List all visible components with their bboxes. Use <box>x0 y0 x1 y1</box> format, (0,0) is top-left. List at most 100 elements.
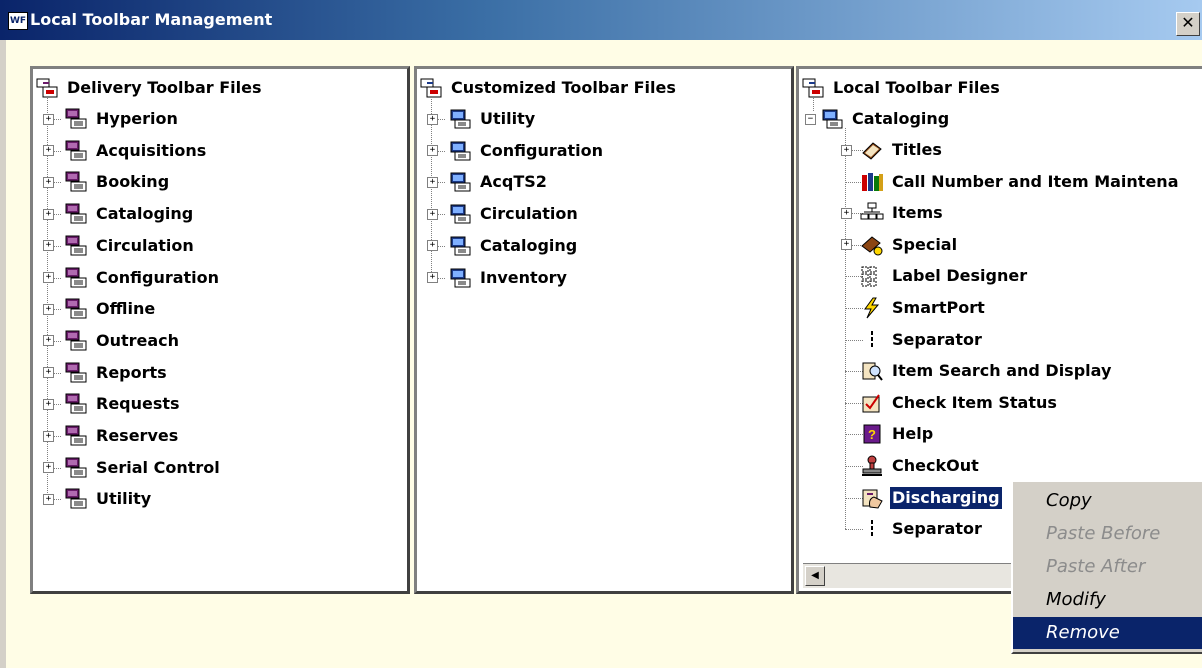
expand-toggle[interactable]: + <box>43 430 54 442</box>
app-icon: WF <box>8 12 28 30</box>
computer-toolbar-icon <box>448 267 472 289</box>
expand-toggle[interactable]: + <box>427 145 438 157</box>
tree-node-label-designer[interactable]: Label Designer <box>841 261 1029 291</box>
expand-toggle[interactable]: + <box>427 113 438 125</box>
expand-toggle[interactable]: + <box>43 398 54 410</box>
expand-toggle[interactable]: + <box>43 145 54 157</box>
tree-node-label: Configuration <box>480 140 604 160</box>
tree-node-circulation[interactable]: + Circulation <box>43 231 196 261</box>
expand-toggle[interactable]: + <box>43 113 54 125</box>
tree-node-serial-control[interactable]: + Serial Control <box>43 453 222 483</box>
tree-node-label: Separator <box>892 519 982 539</box>
expand-toggle[interactable]: + <box>43 208 54 220</box>
tree-node-check-item-status[interactable]: Check Item Status <box>841 388 1059 418</box>
tree-node-circulation[interactable]: + Circulation <box>427 199 580 229</box>
tree-node-reports[interactable]: + Reports <box>43 358 169 388</box>
tree-node-utility[interactable]: + Utility <box>427 104 537 134</box>
tree-node-requests[interactable]: + Requests <box>43 389 182 419</box>
tree-root-label: Customized Toolbar Files <box>451 78 676 97</box>
expand-toggle[interactable]: + <box>841 239 852 251</box>
horizontal-scrollbar[interactable]: ◀ <box>803 563 1013 588</box>
tree-node-titles[interactable]: + Titles <box>841 135 944 165</box>
tree-root-customized[interactable]: Customized Toolbar Files <box>419 73 678 103</box>
tree-node-label: Acquisitions <box>96 140 207 160</box>
tree-node-reserves[interactable]: + Reserves <box>43 421 180 451</box>
tree-node-label: Circulation <box>96 235 194 255</box>
tree-node-configuration[interactable]: + Configuration <box>427 136 605 166</box>
menu-item-paste-after[interactable]: Paste After <box>1013 551 1202 583</box>
tree-root-delivery[interactable]: Delivery Toolbar Files <box>35 73 264 103</box>
customized-toolbar-files-tree[interactable]: Customized Toolbar Files + Utility + Config… <box>414 66 794 594</box>
tree-node-utility[interactable]: + Utility <box>43 484 153 514</box>
expand-toggle[interactable]: + <box>43 176 54 188</box>
toolbar-file-icon <box>64 298 88 320</box>
close-button[interactable]: ✕ <box>1176 12 1200 36</box>
expand-toggle[interactable]: + <box>43 240 54 252</box>
tree-node-offline[interactable]: + Offline <box>43 294 157 324</box>
tree-node-items[interactable]: + Items <box>841 198 945 228</box>
tree-node-label: Label Designer <box>892 266 1028 286</box>
tree-node-label: Help <box>892 424 934 444</box>
tree-root-label: Delivery Toolbar Files <box>67 78 262 97</box>
expand-toggle[interactable]: + <box>43 303 54 315</box>
tree-node-cataloging[interactable]: + Cataloging <box>427 231 579 261</box>
expand-toggle[interactable]: + <box>427 208 438 220</box>
expand-toggle[interactable]: + <box>43 335 54 347</box>
computer-toolbar-icon <box>448 108 472 130</box>
computer-toolbar-icon <box>448 140 472 162</box>
tree-node-checkout[interactable]: CheckOut <box>841 451 981 481</box>
expand-toggle[interactable]: + <box>43 493 54 505</box>
tree-node-inventory[interactable]: + Inventory <box>427 263 569 293</box>
menu-item-remove[interactable]: Remove <box>1013 617 1202 649</box>
menu-item-modify[interactable]: Modify <box>1013 584 1202 616</box>
expand-toggle[interactable]: + <box>427 176 438 188</box>
expand-toggle[interactable]: + <box>43 462 54 474</box>
context-menu: Copy Paste Before Paste After Modify Remove <box>1011 480 1202 654</box>
collapse-toggle[interactable]: − <box>805 113 816 125</box>
tree-node-outreach[interactable]: + Outreach <box>43 326 181 356</box>
tree-node-cataloging[interactable]: + Cataloging <box>43 199 195 229</box>
tree-node-acqts2[interactable]: + AcqTS2 <box>427 167 549 197</box>
tree-node-label: Items <box>892 203 943 223</box>
tree-node-discharging[interactable]: Discharging <box>841 483 1002 513</box>
tree-node-call-number-and-item-maintena[interactable]: Call Number and Item Maintena <box>841 167 1180 197</box>
computer-toolbar-icon <box>448 171 472 193</box>
tree-node-label: Inventory <box>480 267 567 287</box>
window-titlebar[interactable]: WF Local Toolbar Management ✕ <box>0 0 1202 40</box>
help-icon: ? <box>860 423 884 445</box>
tree-node-label: Reports <box>96 362 167 382</box>
label-grid-icon <box>860 265 884 287</box>
tree-node-item-search-and-display[interactable]: Item Search and Display <box>841 356 1113 386</box>
tree-node-hyperion[interactable]: + Hyperion <box>43 104 180 134</box>
tree-node-smartport[interactable]: SmartPort <box>841 293 987 323</box>
tree-node-label: Item Search and Display <box>892 361 1112 381</box>
tree-root-local[interactable]: Local Toolbar Files <box>801 73 1002 103</box>
tree-node-acquisitions[interactable]: + Acquisitions <box>43 136 208 166</box>
stamp-icon <box>860 455 884 477</box>
computer-toolbar-icon <box>820 108 844 130</box>
expand-toggle[interactable]: + <box>43 367 54 379</box>
tree-node-configuration[interactable]: + Configuration <box>43 263 221 293</box>
check-status-icon <box>860 392 884 414</box>
hierarchy-icon <box>860 202 884 224</box>
menu-item-copy[interactable]: Copy <box>1013 485 1202 517</box>
expand-toggle[interactable]: + <box>43 272 54 283</box>
expand-toggle[interactable]: + <box>841 144 852 156</box>
delivery-toolbar-files-tree[interactable]: Delivery Toolbar Files + Hyperion + Acquisi… <box>30 66 410 594</box>
toolbar-file-icon <box>64 203 88 225</box>
tree-node-separator[interactable]: Separator <box>841 325 984 355</box>
expand-toggle[interactable]: + <box>427 240 438 252</box>
expand-toggle[interactable]: + <box>841 207 852 219</box>
menu-item-paste-before[interactable]: Paste Before <box>1013 518 1202 550</box>
tree-node-booking[interactable]: + Booking <box>43 167 171 197</box>
tree-node-cataloging[interactable]: − Cataloging <box>805 104 951 134</box>
separator-icon <box>860 518 884 540</box>
expand-toggle[interactable]: + <box>427 272 438 283</box>
tree-node-separator[interactable]: Separator <box>841 514 984 544</box>
tree-node-label: Check Item Status <box>892 392 1057 412</box>
scroll-left-button[interactable]: ◀ <box>805 566 825 586</box>
tree-node-help[interactable]: ? Help <box>841 419 935 449</box>
tree-node-special[interactable]: + Special <box>841 230 959 260</box>
tree-node-label: Circulation <box>480 204 578 224</box>
toolbar-file-icon <box>64 425 88 447</box>
